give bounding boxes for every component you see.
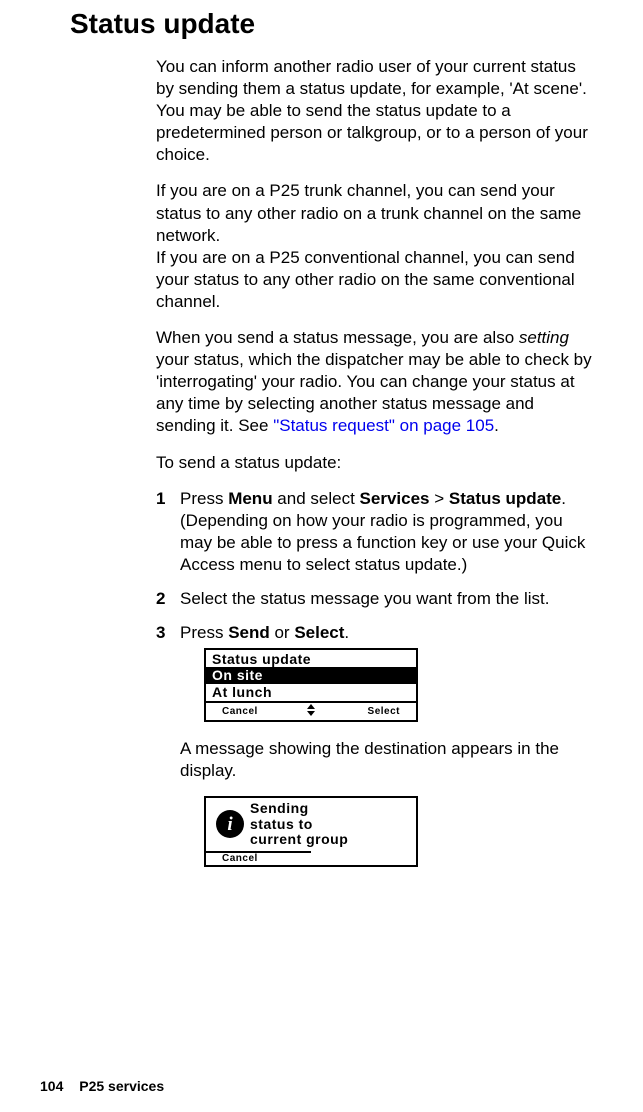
p3-prefix: When you send a status message, you are … [156,328,519,347]
page-title: Status update [70,8,593,40]
s1-text-c: > [429,489,448,508]
s1-text-a: Press [180,489,228,508]
display1-softkey-select: Select [316,707,400,717]
display2-line1: Sending [250,800,309,816]
s1-menu-bold: Menu [228,489,272,508]
footer-page-number: 104 [40,1078,63,1094]
step-2: 2 Select the status message you want fro… [156,588,593,610]
footer-section: P25 services [79,1078,164,1094]
intro-paragraph-1: You can inform another radio user of you… [156,56,593,166]
s1-text-b: and select [273,489,360,508]
s1-services-bold: Services [360,489,430,508]
s2-text: Select the status message you want from … [180,589,549,608]
step-3-number: 3 [156,622,165,644]
p2-trunk: If you are on a P25 trunk channel, you c… [156,181,581,244]
after-display1-text: A message showing the destination appear… [180,738,593,782]
step-1: 1 Press Menu and select Services > Statu… [156,488,593,576]
s3-send-bold: Send [228,623,270,642]
step-3: 3 Press Send or Select. Status update On… [156,622,593,866]
step-2-number: 2 [156,588,165,610]
s1-statusupdate-bold: Status update [449,489,561,508]
p3-setting-italic: setting [519,328,569,347]
info-icon: i [216,810,244,838]
intro-paragraph-3: When you send a status message, you are … [156,327,593,437]
display2-line3: current group [250,831,348,847]
p3-suffix: . [494,416,499,435]
radio-display-status-list: Status update On site At lunch Cancel Se… [204,648,418,722]
status-request-link[interactable]: "Status request" on page 105 [273,416,494,435]
display1-title: Status update [206,650,416,667]
display1-softkey-cancel: Cancel [222,707,306,717]
display2-text: Sending status to current group [250,798,352,850]
intro-paragraph-4: To send a status update: [156,452,593,474]
page-footer: 104 P25 services [40,1078,164,1094]
updown-arrow-icon [306,704,316,719]
s3-select-bold: Select [294,623,344,642]
s3-text-a: Press [180,623,228,642]
display1-row-atlunch: At lunch [206,684,416,701]
display1-row-onsite: On site [206,667,416,684]
radio-display-sending: i Sending status to current group Cancel [204,796,418,866]
step-1-number: 1 [156,488,165,510]
p2-conventional: If you are on a P25 conventional channel… [156,248,575,311]
display2-softkey-cancel: Cancel [206,851,311,865]
s3-text-c: . [344,623,349,642]
s3-text-b: or [270,623,295,642]
intro-paragraph-2: If you are on a P25 trunk channel, you c… [156,180,593,313]
display2-line2: status to [250,816,313,832]
